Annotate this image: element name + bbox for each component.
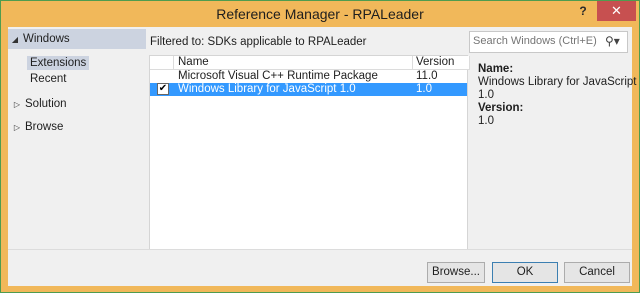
browse-button[interactable]: Browse... bbox=[427, 262, 485, 283]
button-bar: Browse... OK Cancel bbox=[8, 249, 632, 286]
filter-label: Filtered to: SDKs applicable to RPALeade… bbox=[150, 36, 367, 48]
details-version-label: Version: bbox=[478, 102, 524, 114]
checkmark-icon: ✔ bbox=[158, 83, 168, 94]
dialog-body: ◢ Windows Extensions Recent ▷ Solution ▷ Br… bbox=[8, 27, 637, 286]
sidebar-item-solution[interactable]: ▷ Solution bbox=[12, 97, 67, 111]
expand-triangle-icon: ▷ bbox=[13, 100, 21, 109]
search-box[interactable]: ⚲▾ bbox=[469, 31, 628, 53]
help-button[interactable]: ? bbox=[574, 1, 592, 21]
sidebar-item-extensions[interactable]: Extensions bbox=[27, 56, 90, 70]
include-checkbox[interactable]: ✔ bbox=[157, 83, 169, 95]
column-header-version[interactable]: Version bbox=[413, 56, 470, 70]
window-title: Reference Manager - RPALeader bbox=[216, 6, 424, 22]
details-name-value-2: 1.0 bbox=[478, 89, 494, 101]
details-name-label: Name: bbox=[478, 63, 514, 75]
row-version: 1.0 bbox=[416, 83, 432, 95]
sdk-list: Name Version Microsoft Visual C++ Runtim… bbox=[149, 55, 470, 251]
row-name: Microsoft Visual C++ Runtime Package bbox=[178, 70, 378, 82]
reference-manager-window: Reference Manager - RPALeader ? ✕ ◢ Windo… bbox=[0, 0, 640, 293]
search-icon[interactable]: ⚲▾ bbox=[605, 34, 620, 48]
sidebar-item-label: Windows bbox=[23, 33, 70, 45]
details-panel: Name: Windows Library for JavaScript 1.0… bbox=[472, 55, 637, 249]
row-name: Windows Library for JavaScript 1.0 bbox=[178, 83, 356, 95]
ok-button[interactable]: OK bbox=[492, 262, 558, 283]
sidebar-item-label: Solution bbox=[25, 98, 67, 110]
cancel-button[interactable]: Cancel bbox=[564, 262, 630, 283]
table-row[interactable]: ✔ Windows Library for JavaScript 1.0 1.0 bbox=[150, 83, 467, 96]
expand-triangle-icon: ▷ bbox=[13, 123, 21, 132]
sidebar-item-browse[interactable]: ▷ Browse bbox=[12, 120, 63, 134]
search-input[interactable] bbox=[473, 34, 601, 48]
sidebar-item-label: Recent bbox=[30, 73, 67, 85]
collapse-triangle-icon: ◢ bbox=[11, 35, 19, 44]
sidebar-item-label: Extensions bbox=[30, 57, 87, 69]
sidebar-item-label: Browse bbox=[25, 121, 64, 133]
column-header-check[interactable] bbox=[150, 56, 174, 70]
column-header-name[interactable]: Name bbox=[174, 56, 413, 70]
details-version-value: 1.0 bbox=[478, 115, 494, 127]
row-version: 11.0 bbox=[416, 70, 438, 82]
table-row[interactable]: Microsoft Visual C++ Runtime Package 11.… bbox=[150, 70, 467, 83]
close-icon: ✕ bbox=[611, 3, 622, 18]
sidebar-item-recent[interactable]: Recent bbox=[30, 72, 66, 86]
title-bar[interactable]: Reference Manager - RPALeader ? ✕ bbox=[1, 1, 639, 27]
details-name-value: Windows Library for JavaScript bbox=[478, 76, 637, 88]
sidebar-item-windows[interactable]: ◢ Windows bbox=[8, 29, 146, 49]
sidebar: ◢ Windows Extensions Recent ▷ Solution ▷ Br… bbox=[8, 27, 146, 249]
close-button[interactable]: ✕ bbox=[597, 1, 636, 21]
